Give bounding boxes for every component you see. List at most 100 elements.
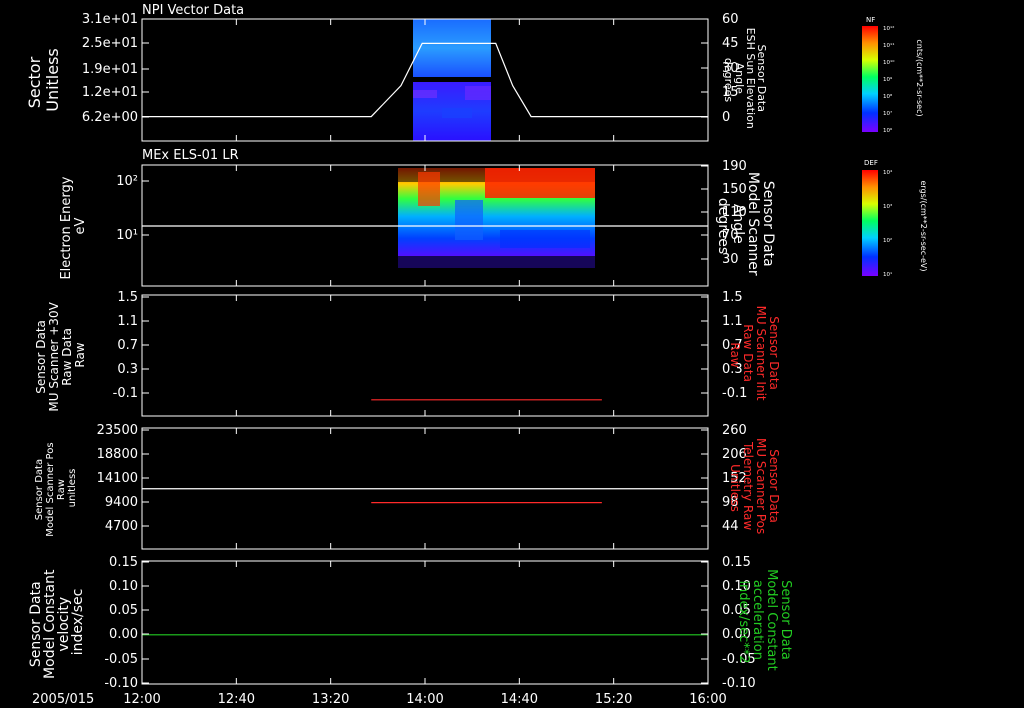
p3-rlabel-3: Raw Data [741, 324, 755, 382]
p5-ltick-label: 0.00 [109, 627, 138, 642]
p4-rlabel-3: Telemetry Raw [741, 441, 755, 530]
p4-rtick-label: 260 [722, 423, 747, 438]
colorbar-nf-tick-label: 10⁶ [883, 127, 893, 134]
p3-ltick-label: 1.5 [117, 290, 138, 305]
p5-ltick-label: 0.05 [109, 603, 138, 618]
p3-ltick-label: 0.7 [117, 338, 138, 353]
colorbar-nf-unit: cnts/(cm**2-sr-sec) [915, 39, 924, 116]
time-tick-label: 15:20 [595, 692, 632, 707]
npi-rtick-label: 0 [722, 110, 730, 125]
npi-ylabel-1: Sector [25, 56, 44, 108]
els-rlabel-3: Angle [730, 204, 746, 244]
npi-rtick-label: 60 [722, 12, 739, 27]
panel-scanner-pos: 235001880014100940047002602061529844 Sen… [34, 423, 781, 550]
colorbar-def-unit: ergs/(cm**2-sr-sec-eV) [919, 180, 928, 271]
npi-ltick-label: 1.9e+01 [82, 62, 138, 77]
colorbar-def-tick-label: 10¹ [883, 271, 892, 278]
date-label: 2005/015 [32, 692, 94, 707]
p3-ltick-label: 0.3 [117, 362, 138, 377]
p3-rtick-label: 1.5 [722, 290, 743, 305]
npi-ylabel-2: Unitless [43, 48, 62, 112]
panel-title-npi: NPI Vector Data [142, 3, 244, 18]
npi-rlabel-4: degrees [722, 58, 735, 103]
p4-ylabel-3: Raw [56, 479, 67, 500]
colorbar-def-label: DEF [864, 159, 878, 167]
colorbar-nf-tick-label: 10⁹ [883, 76, 892, 83]
els-rtick-label: 150 [722, 182, 747, 197]
p3-ylabel-4: Raw [73, 342, 87, 367]
npi-ltick-label: 2.5e+01 [82, 36, 138, 51]
time-tick-label: 12:00 [123, 692, 160, 707]
colorbar-def [862, 170, 878, 276]
colorbar-nf-tick-label: 10¹² [883, 25, 894, 32]
els-rlabel-2: Model Scanner [745, 172, 761, 276]
p3-ylabel-1: Sensor Data [34, 320, 48, 394]
p5-rlabel-4: index/sec**2 [736, 580, 751, 663]
svg-text:Electron Energy eV: Electron Energy eV [59, 172, 88, 279]
p5-ltick-label: 0.15 [109, 555, 138, 570]
p5-ltick-label: 0.10 [109, 579, 138, 594]
p5-rlabel-1: Sensor Data [778, 580, 793, 660]
npi-ltick-label: 3.1e+01 [82, 12, 138, 27]
p3-frame [141, 294, 709, 417]
els-rtick-label: 30 [722, 252, 739, 267]
p4-ylabel-4: unitless [67, 469, 78, 508]
p5-rlabel-2: Model Constant [764, 569, 779, 671]
time-tick-label: 13:20 [312, 692, 349, 707]
p5-ltick-label: -0.10 [104, 676, 138, 691]
els-ltick-label: 10¹ [116, 228, 138, 243]
time-tick-label: 14:00 [406, 692, 443, 707]
p3-ylabel-2: MU Scanner +30V [47, 301, 61, 411]
colorbar-nf-label: NF [866, 16, 875, 24]
p4-ltick-label: 23500 [97, 423, 138, 438]
npi-rtick-label: 45 [722, 36, 739, 51]
p4-rlabel-4: Unitless [728, 464, 742, 512]
p4-rtick-label: 44 [722, 519, 739, 534]
p5-rtick-label: -0.10 [722, 676, 756, 691]
panel-title-els: MEx ELS-01 LR [142, 148, 239, 163]
els-ltick-label: 10² [116, 174, 138, 189]
p4-ltick-label: 14100 [97, 471, 138, 486]
els-ylabel-1: Electron Energy [59, 176, 74, 279]
colorbar-def-tick-label: 10⁴ [883, 169, 893, 176]
plot-canvas: NPI Vector Data 3.1e+01 2.5e+01 1.9e+01 1.2… [25, 3, 928, 707]
p3-rtick-label: -0.1 [722, 386, 747, 401]
panel-mu-30v: 1.51.10.70.3-0.11.51.10.70.3-0.1 Sensor … [34, 290, 781, 417]
colorbar-nf-tick-label: 10⁷ [883, 110, 892, 117]
colorbar-nf [862, 26, 878, 132]
npi-gap [413, 77, 491, 82]
colorbar-def-tick-label: 10³ [883, 203, 892, 210]
p4-ylabel-2: Model Scanner Pos [45, 442, 56, 536]
colorbar-nf-tick-label: 10¹⁰ [883, 59, 895, 66]
svg-text:Sensor Data MU Scanner +: Sensor Data MU Scanner +30V Raw Data Raw [34, 298, 87, 411]
panel-constant: 0.150.100.050.00-0.05-0.100.150.100.050.… [28, 555, 793, 691]
svg-text:Sensor Data Model Consta: Sensor Data Model Constant acceleration … [736, 569, 793, 675]
npi-ltick-label: 6.2e+00 [82, 110, 138, 125]
els-rlabel-1: Sensor Data [760, 181, 776, 267]
svg-text:Sector Unitless: Sector Unitless [25, 48, 62, 112]
colorbar-def-tick-label: 10² [883, 237, 892, 244]
p4-rlabel-2: MU Scanner Pos [754, 438, 768, 534]
colorbar-nf-tick-label: 10⁸ [883, 93, 893, 100]
p5-ltick-label: -0.05 [104, 652, 138, 667]
p3-rlabel-2: MU Scanner Init [754, 306, 768, 401]
p3-ylabel-3: Raw Data [60, 328, 74, 386]
time-tick-label: 12:40 [218, 692, 255, 707]
els-ylabel-2: eV [73, 217, 88, 234]
time-tick-label: 16:00 [689, 692, 726, 707]
p5-rtick-label: 0.15 [722, 555, 751, 570]
p4-ltick-label: 9400 [105, 495, 138, 510]
p4-ltick-label: 4700 [105, 519, 138, 534]
colorbar-nf-tick-label: 10¹¹ [883, 42, 894, 49]
svg-text:Sensor Data Model Consta: Sensor Data Model Constant velocity inde… [28, 565, 86, 679]
npi-ltick-label: 1.2e+01 [82, 85, 138, 100]
p5-rlabel-3: acceleration [750, 580, 765, 660]
p5-frame [141, 560, 709, 685]
time-tick-label: 14:40 [501, 692, 538, 707]
p4-ltick-label: 18800 [97, 447, 138, 462]
els-rlabel-4: degrees [715, 198, 731, 254]
npi-spectrogram-upper [413, 19, 491, 77]
p3-rlabel-1: Sensor Data [767, 316, 781, 390]
p5-ylabel-4: index/sec [70, 589, 86, 656]
p3-rtick-label: 1.1 [722, 314, 743, 329]
